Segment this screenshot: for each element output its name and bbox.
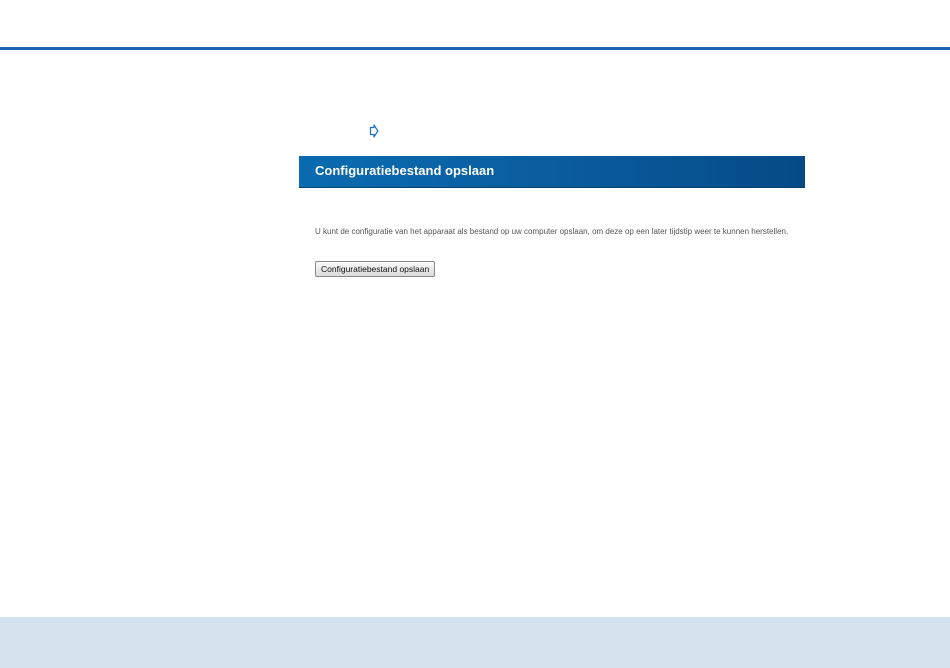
- top-divider: [0, 47, 950, 50]
- panel-description: U kunt de configuratie van het apparaat …: [315, 227, 789, 236]
- panel-body: U kunt de configuratie van het apparaat …: [299, 188, 805, 293]
- save-configuration-button[interactable]: Configuratiebestand opslaan: [315, 261, 436, 277]
- arrow-right-outline-icon: [369, 124, 379, 138]
- panel-title: Configuratiebestand opslaan: [315, 163, 495, 178]
- save-configuration-panel: Configuratiebestand opslaan U kunt de co…: [299, 156, 805, 293]
- page: Configuratiebestand opslaan U kunt de co…: [0, 0, 950, 668]
- panel-header: Configuratiebestand opslaan: [299, 156, 805, 188]
- footer-band: [0, 617, 950, 668]
